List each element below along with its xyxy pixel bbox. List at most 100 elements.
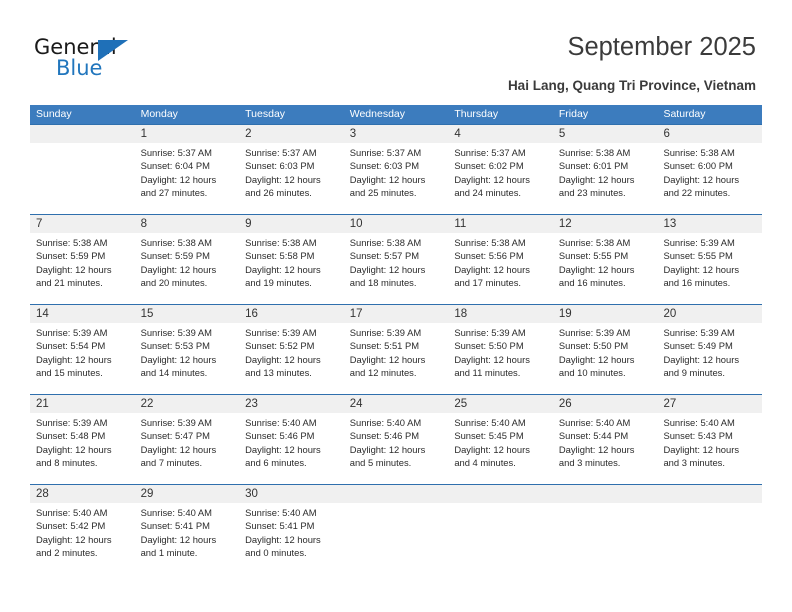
day-details: Sunrise: 5:37 AM Sunset: 6:03 PM Dayligh… xyxy=(245,143,344,199)
daylight-text-line1: Daylight: 12 hours xyxy=(663,173,740,185)
calendar-day-cell[interactable]: 15 Sunrise: 5:39 AM Sunset: 5:53 PM Dayl… xyxy=(135,305,240,394)
sunset-text: Sunset: 5:59 PM xyxy=(140,250,210,262)
calendar-day-cell[interactable]: 17 Sunrise: 5:39 AM Sunset: 5:51 PM Dayl… xyxy=(344,305,449,394)
day-number: 24 xyxy=(349,398,363,410)
brand-name-bottom: Blue xyxy=(56,56,103,80)
day-number: 28 xyxy=(36,488,49,500)
calendar-day-cell[interactable]: 29 Sunrise: 5:40 AM Sunset: 5:41 PM Dayl… xyxy=(135,485,240,574)
calendar-day-cell[interactable]: 23 Sunrise: 5:40 AM Sunset: 5:46 PM Dayl… xyxy=(239,395,344,484)
calendar-day-cell[interactable]: 8 Sunrise: 5:38 AM Sunset: 5:59 PM Dayli… xyxy=(135,215,240,304)
sunset-text: Sunset: 6:02 PM xyxy=(454,160,524,172)
sunrise-text: Sunrise: 5:38 AM xyxy=(558,237,631,248)
day-details: Sunrise: 5:38 AM Sunset: 5:56 PM Dayligh… xyxy=(454,233,553,289)
day-number: 27 xyxy=(663,398,677,410)
calendar-day-cell[interactable]: 4 Sunrise: 5:37 AM Sunset: 6:02 PM Dayli… xyxy=(448,125,553,214)
weekday-header-monday: Monday xyxy=(140,108,178,120)
calendar-day-cell[interactable]: 14 Sunrise: 5:39 AM Sunset: 5:54 PM Dayl… xyxy=(30,305,135,394)
sunrise-text: Sunrise: 5:40 AM xyxy=(245,507,317,518)
day-number: 17 xyxy=(349,308,363,320)
daylight-text-line1: Daylight: 12 hours xyxy=(663,353,740,365)
sunset-text: Sunset: 5:53 PM xyxy=(140,340,210,352)
calendar-day-cell[interactable]: 27 Sunrise: 5:40 AM Sunset: 5:43 PM Dayl… xyxy=(657,395,762,484)
calendar-day-cell[interactable]: 11 Sunrise: 5:38 AM Sunset: 5:56 PM Dayl… xyxy=(448,215,553,304)
day-number: 6 xyxy=(663,128,670,140)
calendar-day-cell[interactable]: 5 Sunrise: 5:38 AM Sunset: 6:01 PM Dayli… xyxy=(553,125,658,214)
sunset-text: Sunset: 5:42 PM xyxy=(36,520,106,532)
sunset-text: Sunset: 5:44 PM xyxy=(558,430,629,442)
sunset-text: Sunset: 5:41 PM xyxy=(245,520,315,532)
calendar-day-cell[interactable]: 13 Sunrise: 5:39 AM Sunset: 5:55 PM Dayl… xyxy=(657,215,762,304)
calendar-day-cell[interactable]: 20 Sunrise: 5:39 AM Sunset: 5:49 PM Dayl… xyxy=(657,305,762,394)
calendar-week-row: 7 Sunrise: 5:38 AM Sunset: 5:59 PM Dayli… xyxy=(30,214,762,304)
day-details: Sunrise: 5:38 AM Sunset: 5:59 PM Dayligh… xyxy=(36,233,135,289)
sunset-text: Sunset: 5:43 PM xyxy=(663,430,733,442)
day-details: Sunrise: 5:37 AM Sunset: 6:04 PM Dayligh… xyxy=(141,143,240,199)
day-number: 7 xyxy=(36,218,43,230)
calendar-day-cell[interactable]: 6 Sunrise: 5:38 AM Sunset: 6:00 PM Dayli… xyxy=(657,125,762,214)
sunset-text: Sunset: 5:48 PM xyxy=(36,430,106,442)
calendar-day-cell[interactable]: 28 Sunrise: 5:40 AM Sunset: 5:42 PM Dayl… xyxy=(30,485,135,574)
sunrise-text: Sunrise: 5:37 AM xyxy=(349,147,422,158)
sunset-text: Sunset: 5:51 PM xyxy=(349,340,420,352)
calendar-day-cell[interactable]: 3 Sunrise: 5:37 AM Sunset: 6:03 PM Dayli… xyxy=(344,125,449,214)
sunrise-text: Sunrise: 5:38 AM xyxy=(558,147,631,158)
brand-logo[interactable]: General Blue xyxy=(34,35,154,85)
daylight-text-line1: Daylight: 12 hours xyxy=(454,173,530,185)
day-details: Sunrise: 5:38 AM Sunset: 5:57 PM Dayligh… xyxy=(350,233,449,289)
daylight-text-line2: and 6 minutes. xyxy=(245,456,307,468)
calendar-day-cell[interactable] xyxy=(448,485,553,574)
daylight-text-line1: Daylight: 12 hours xyxy=(140,263,217,275)
sunrise-text: Sunrise: 5:39 AM xyxy=(140,417,212,428)
page-subtitle: Hai Lang, Quang Tri Province, Vietnam xyxy=(507,78,756,93)
calendar-day-cell[interactable] xyxy=(30,125,135,214)
daylight-text-line2: and 19 minutes. xyxy=(245,276,312,288)
day-number: 14 xyxy=(36,308,49,320)
sunset-text: Sunset: 5:55 PM xyxy=(558,250,629,262)
daylight-text-line2: and 18 minutes. xyxy=(349,276,417,288)
calendar-day-cell[interactable]: 1 Sunrise: 5:37 AM Sunset: 6:04 PM Dayli… xyxy=(135,125,240,214)
calendar-day-cell[interactable]: 24 Sunrise: 5:40 AM Sunset: 5:46 PM Dayl… xyxy=(344,395,449,484)
day-number: 9 xyxy=(245,218,252,230)
day-details: Sunrise: 5:38 AM Sunset: 5:55 PM Dayligh… xyxy=(559,233,658,289)
calendar-day-cell[interactable]: 10 Sunrise: 5:38 AM Sunset: 5:57 PM Dayl… xyxy=(344,215,449,304)
sunrise-text: Sunrise: 5:40 AM xyxy=(140,507,212,518)
sunset-text: Sunset: 5:47 PM xyxy=(140,430,210,442)
day-number: 1 xyxy=(140,128,147,140)
day-number: 23 xyxy=(245,398,258,410)
sunset-text: Sunset: 5:45 PM xyxy=(454,430,524,442)
calendar-day-cell[interactable]: 25 Sunrise: 5:40 AM Sunset: 5:45 PM Dayl… xyxy=(448,395,553,484)
calendar-week-row: 14 Sunrise: 5:39 AM Sunset: 5:54 PM Dayl… xyxy=(30,304,762,394)
day-number: 26 xyxy=(558,398,572,410)
calendar-day-cell[interactable]: 12 Sunrise: 5:38 AM Sunset: 5:55 PM Dayl… xyxy=(553,215,658,304)
day-number: 18 xyxy=(454,308,468,320)
sunrise-text: Sunrise: 5:39 AM xyxy=(663,237,735,248)
daylight-text-line1: Daylight: 12 hours xyxy=(36,443,112,455)
daylight-text-line1: Daylight: 12 hours xyxy=(349,173,426,185)
daylight-text-line1: Daylight: 12 hours xyxy=(245,353,321,365)
calendar-day-cell[interactable]: 21 Sunrise: 5:39 AM Sunset: 5:48 PM Dayl… xyxy=(30,395,135,484)
calendar-day-cell[interactable]: 22 Sunrise: 5:39 AM Sunset: 5:47 PM Dayl… xyxy=(135,395,240,484)
calendar-day-cell[interactable] xyxy=(657,485,762,574)
calendar-week-row: 1 Sunrise: 5:37 AM Sunset: 6:04 PM Dayli… xyxy=(30,124,762,214)
daylight-text-line1: Daylight: 12 hours xyxy=(558,173,635,185)
day-details: Sunrise: 5:39 AM Sunset: 5:48 PM Dayligh… xyxy=(36,413,135,469)
calendar-day-cell[interactable]: 19 Sunrise: 5:39 AM Sunset: 5:50 PM Dayl… xyxy=(553,305,658,394)
sunset-text: Sunset: 5:58 PM xyxy=(245,250,315,262)
calendar-day-cell[interactable]: 7 Sunrise: 5:38 AM Sunset: 5:59 PM Dayli… xyxy=(30,215,135,304)
sunset-text: Sunset: 5:50 PM xyxy=(454,340,524,352)
daylight-text-line2: and 22 minutes. xyxy=(663,186,731,198)
calendar-day-cell[interactable]: 18 Sunrise: 5:39 AM Sunset: 5:50 PM Dayl… xyxy=(448,305,553,394)
sunrise-text: Sunrise: 5:38 AM xyxy=(349,237,422,248)
calendar-day-cell[interactable]: 30 Sunrise: 5:40 AM Sunset: 5:41 PM Dayl… xyxy=(239,485,344,574)
calendar-page: General Blue September 2025 Hai Lang, Qu… xyxy=(0,0,792,612)
day-number: 10 xyxy=(349,218,363,230)
day-details: Sunrise: 5:37 AM Sunset: 6:03 PM Dayligh… xyxy=(350,143,449,199)
calendar-day-cell[interactable]: 26 Sunrise: 5:40 AM Sunset: 5:44 PM Dayl… xyxy=(553,395,658,484)
calendar-day-cell[interactable] xyxy=(553,485,658,574)
day-details: Sunrise: 5:40 AM Sunset: 5:44 PM Dayligh… xyxy=(559,413,658,469)
calendar-day-cell[interactable]: 2 Sunrise: 5:37 AM Sunset: 6:03 PM Dayli… xyxy=(239,125,344,214)
calendar-day-cell[interactable]: 9 Sunrise: 5:38 AM Sunset: 5:58 PM Dayli… xyxy=(239,215,344,304)
calendar-day-cell[interactable] xyxy=(344,485,449,574)
calendar-day-cell[interactable]: 16 Sunrise: 5:39 AM Sunset: 5:52 PM Dayl… xyxy=(239,305,344,394)
daylight-text-line1: Daylight: 12 hours xyxy=(558,353,635,365)
